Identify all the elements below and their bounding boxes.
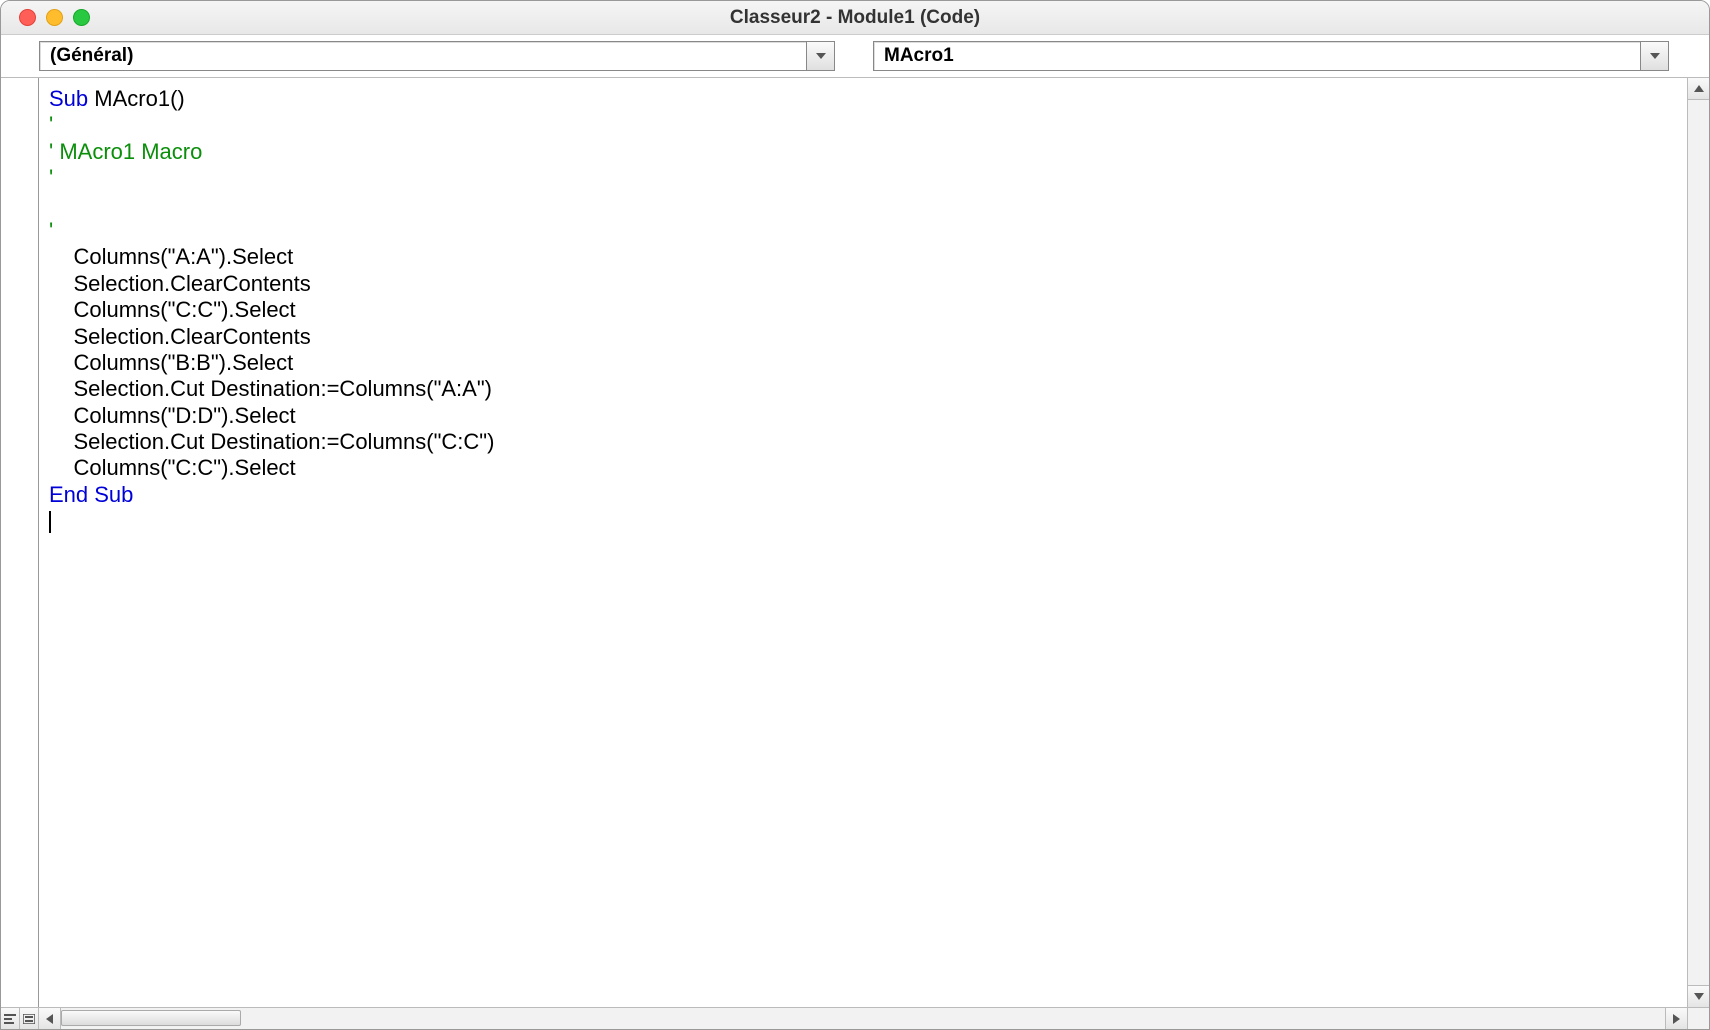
scroll-left-button[interactable]: [39, 1008, 61, 1029]
content-area: Sub MAcro1()'' MAcro1 Macro' ' Columns("…: [1, 78, 1709, 1007]
close-button[interactable]: [19, 9, 36, 26]
code-editor[interactable]: Sub MAcro1()'' MAcro1 Macro' ' Columns("…: [39, 78, 1687, 1007]
horizontal-scrollbar[interactable]: [39, 1008, 1687, 1029]
horizontal-scroll-track[interactable]: [61, 1008, 1665, 1029]
scroll-right-button[interactable]: [1665, 1008, 1687, 1029]
code-line: Columns("C:C").Select: [49, 455, 1677, 481]
object-dropdown[interactable]: (Général): [39, 41, 835, 71]
text-cursor: [49, 511, 51, 533]
vertical-scrollbar[interactable]: [1687, 78, 1709, 1007]
code-line: Sub MAcro1(): [49, 86, 1677, 112]
code-line: Columns("D:D").Select: [49, 403, 1677, 429]
code-line: [49, 508, 1677, 534]
maximize-button[interactable]: [73, 9, 90, 26]
procedure-dropdown[interactable]: MAcro1: [873, 41, 1669, 71]
procedure-view-button[interactable]: [1, 1008, 20, 1029]
code-line: End Sub: [49, 482, 1677, 508]
window-title: Classeur2 - Module1 (Code): [730, 7, 980, 29]
vertical-scroll-track[interactable]: [1688, 100, 1709, 985]
window-controls: [1, 9, 90, 26]
titlebar[interactable]: Classeur2 - Module1 (Code): [1, 1, 1709, 35]
object-dropdown-value: (Général): [40, 45, 143, 67]
code-line: Selection.ClearContents: [49, 271, 1677, 297]
code-line: Columns("A:A").Select: [49, 244, 1677, 270]
scroll-down-button[interactable]: [1688, 985, 1709, 1007]
minimize-button[interactable]: [46, 9, 63, 26]
code-line: ': [49, 165, 1677, 191]
scrollbar-corner: [1687, 1008, 1709, 1029]
margin-indicator-bar[interactable]: [1, 78, 39, 1007]
vba-editor-window: Classeur2 - Module1 (Code) (Général) MAc…: [0, 0, 1710, 1030]
procedure-dropdown-value: MAcro1: [874, 45, 964, 67]
code-navigation-bar: (Général) MAcro1: [1, 35, 1709, 78]
chevron-down-icon: [1640, 42, 1668, 70]
code-line: [49, 192, 1677, 218]
bottom-bar: [1, 1007, 1709, 1029]
scroll-up-button[interactable]: [1688, 78, 1709, 100]
code-line: Columns("C:C").Select: [49, 297, 1677, 323]
code-line: Selection.Cut Destination:=Columns("C:C"…: [49, 429, 1677, 455]
view-mode-buttons: [1, 1008, 39, 1029]
code-line: Columns("B:B").Select: [49, 350, 1677, 376]
code-line: ': [49, 112, 1677, 138]
code-line: ' MAcro1 Macro: [49, 139, 1677, 165]
horizontal-scroll-thumb[interactable]: [61, 1010, 241, 1026]
code-line: Selection.Cut Destination:=Columns("A:A"…: [49, 376, 1677, 402]
code-line: ': [49, 218, 1677, 244]
full-module-view-button[interactable]: [20, 1008, 38, 1029]
chevron-down-icon: [806, 42, 834, 70]
code-line: Selection.ClearContents: [49, 324, 1677, 350]
